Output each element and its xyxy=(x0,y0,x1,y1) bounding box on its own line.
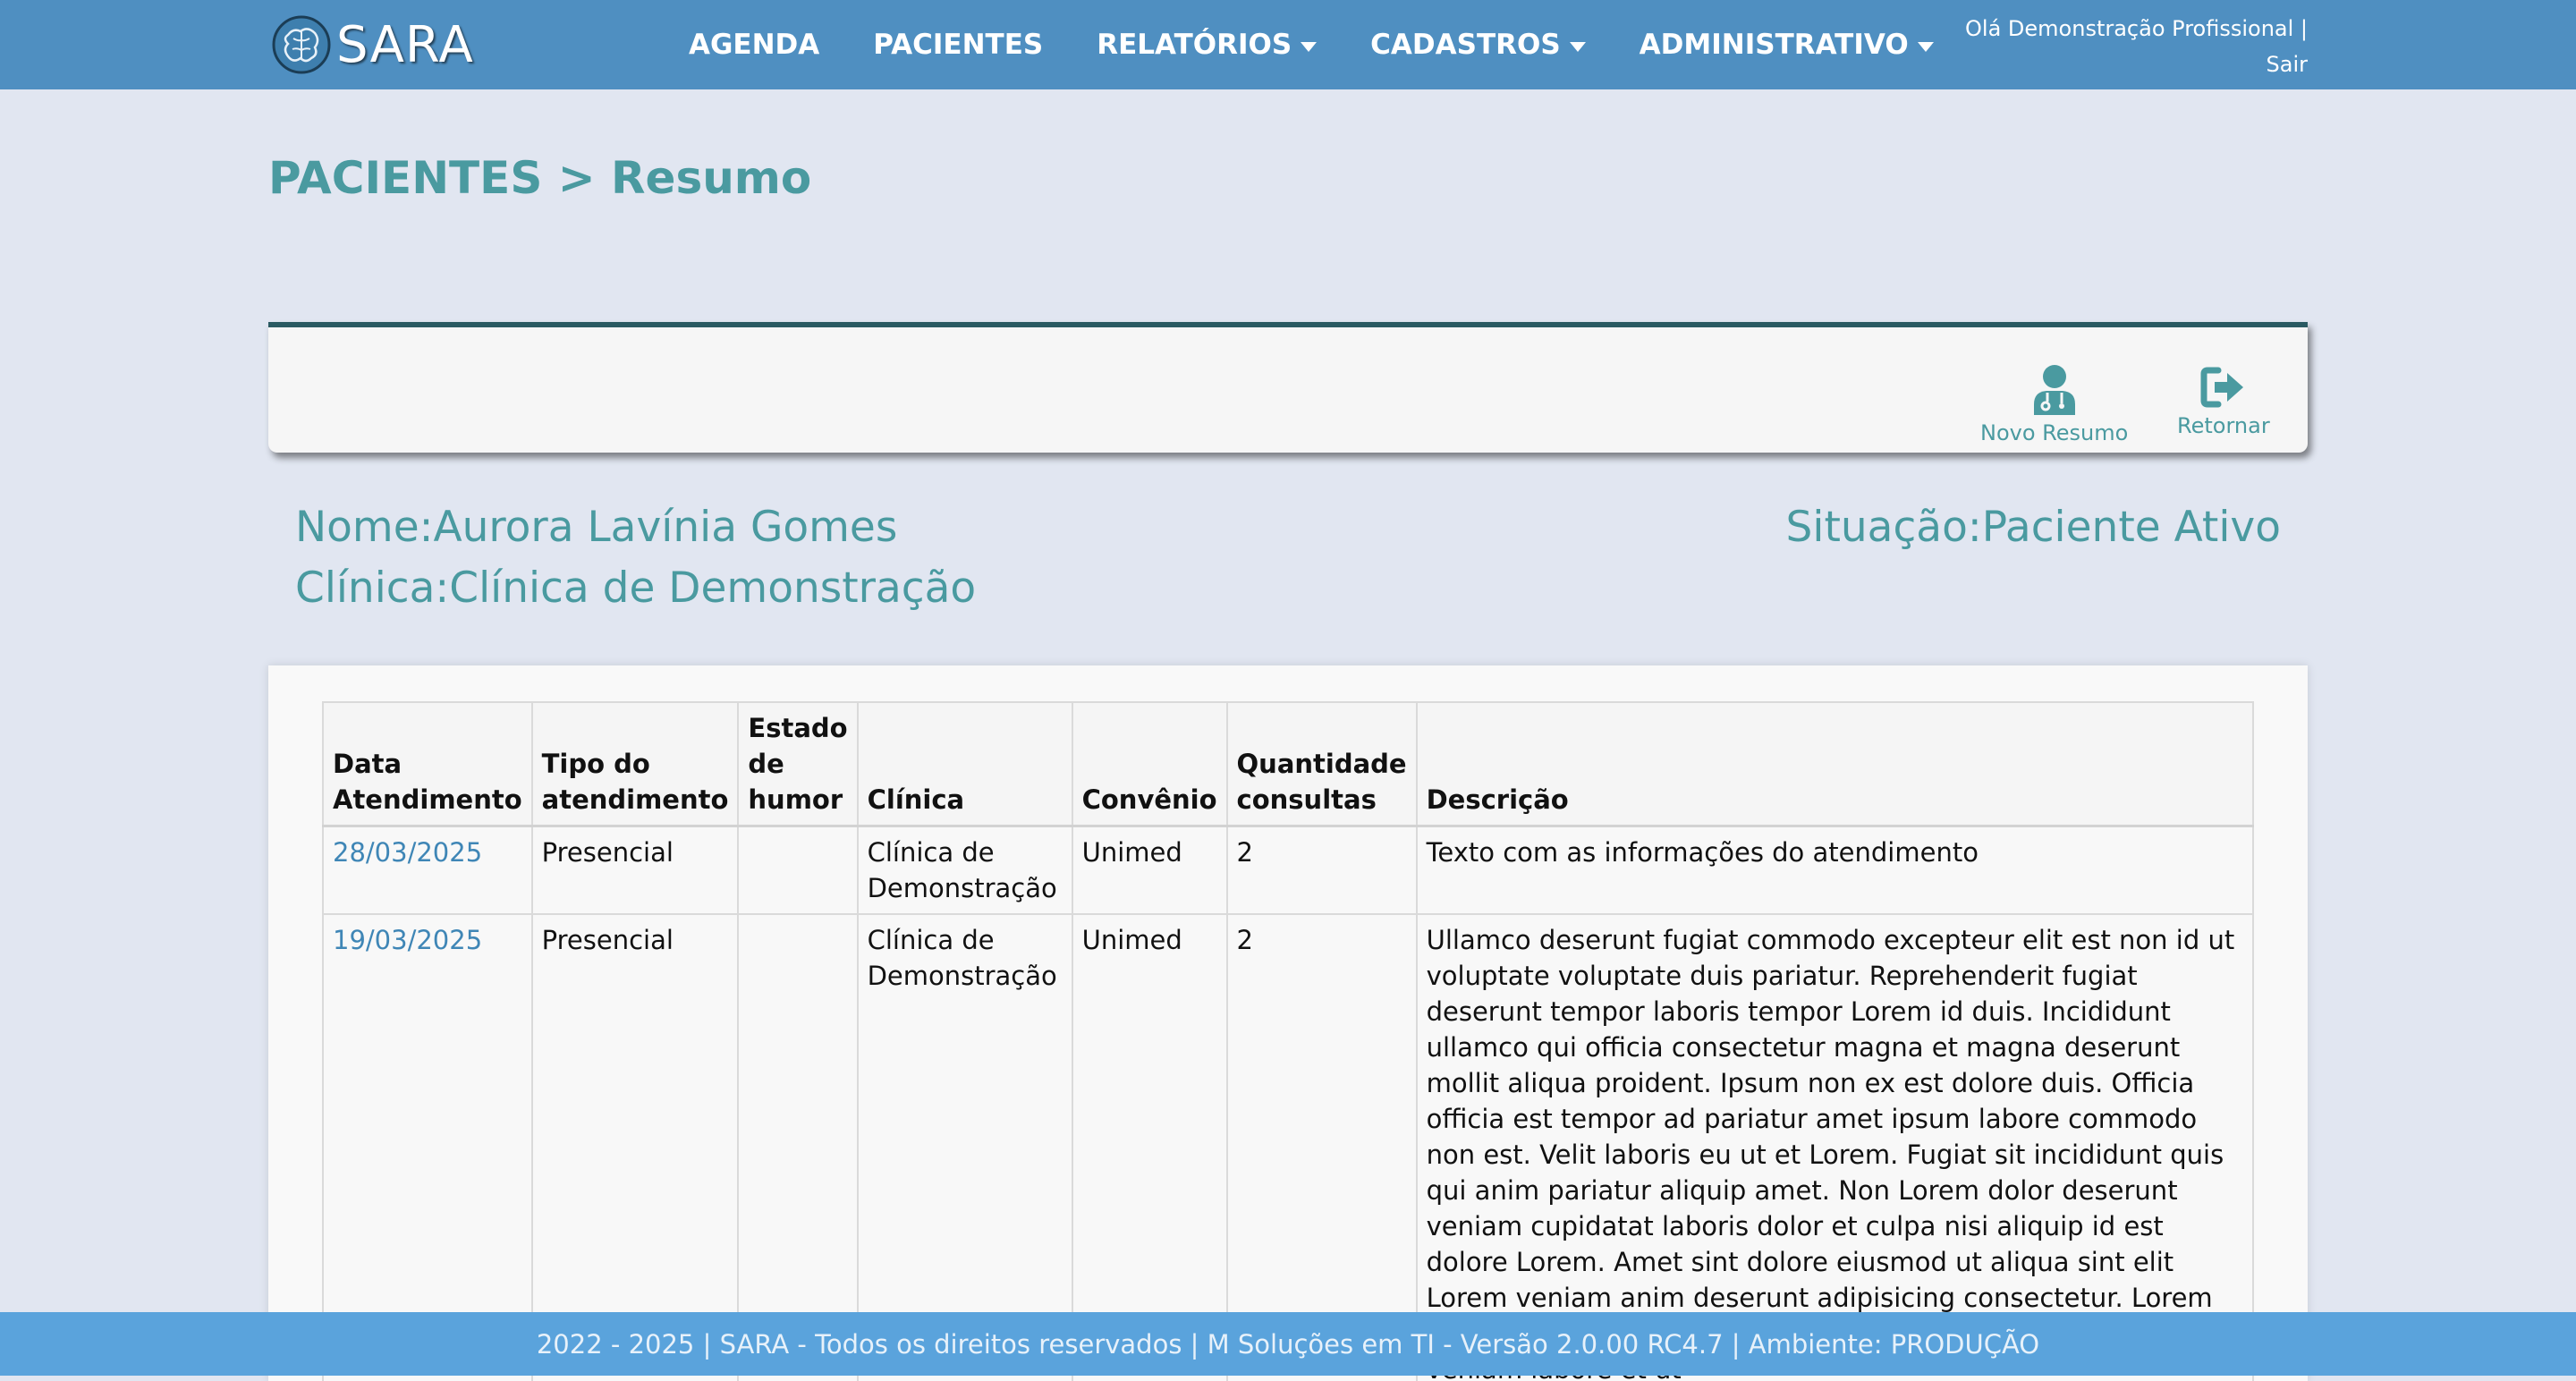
summary-panel: Data Atendimento Tipo do atendimento Est… xyxy=(268,665,2308,1381)
footer: 2022 - 2025 | SARA - Todos os direitos r… xyxy=(0,1312,2576,1376)
patient-clinic: Clínica:Clínica de Demonstração xyxy=(295,563,977,613)
cell-tipo: Presencial xyxy=(530,825,740,915)
nav-item-label: AGENDA xyxy=(689,29,820,61)
main-menu: AGENDA PACIENTES RELATÓRIOS CADASTROS AD… xyxy=(689,0,1987,89)
header-data-atendimento[interactable]: Data Atendimento xyxy=(322,701,533,827)
header-estado-humor[interactable]: Estado de humor xyxy=(737,701,859,827)
cell-descricao: Texto com as informações do atendimento xyxy=(1415,825,2255,915)
nav-item-label: PACIENTES xyxy=(873,29,1044,61)
caret-down-icon xyxy=(1301,41,1318,52)
cell-humor xyxy=(737,913,859,1381)
patient-name: Nome:Aurora Lavínia Gomes xyxy=(295,503,898,552)
brand-name: SARA xyxy=(336,15,474,74)
nav-item-relatorios[interactable]: RELATÓRIOS xyxy=(1097,29,1318,61)
retornar-label: Retornar xyxy=(2177,413,2270,438)
caret-down-icon xyxy=(1917,41,1934,52)
brain-icon xyxy=(272,15,331,74)
cell-data: 28/03/2025 xyxy=(322,825,533,915)
nav-item-pacientes[interactable]: PACIENTES xyxy=(873,29,1043,61)
nav-item-administrativo[interactable]: ADMINISTRATIVO xyxy=(1640,29,1934,61)
logout-link[interactable]: Sair xyxy=(2267,52,2308,77)
header-quantidade-consultas[interactable]: Quantidade consultas xyxy=(1225,701,1418,827)
nav-item-agenda[interactable]: AGENDA xyxy=(689,29,819,61)
cell-tipo: Presencial xyxy=(530,913,740,1381)
cell-convenio: Unimed xyxy=(1071,825,1228,915)
navbar: SARA AGENDA PACIENTES RELATÓRIOS CADASTR… xyxy=(0,0,2576,89)
nav-item-cadastros[interactable]: CADASTROS xyxy=(1370,29,1586,61)
cell-quantidade: 2 xyxy=(1225,913,1418,1381)
nav-item-label: CADASTROS xyxy=(1370,29,1561,61)
cell-data: 19/03/2025 xyxy=(322,913,533,1381)
user-area: Olá Demonstração Profissional | Sair xyxy=(1965,11,2308,82)
retornar-button[interactable]: Retornar xyxy=(2177,367,2270,438)
cell-quantidade: 2 xyxy=(1225,825,1418,915)
table-header-row: Data Atendimento Tipo do atendimento Est… xyxy=(322,701,2255,827)
cell-humor xyxy=(737,825,859,915)
user-greeting: Olá Demonstração Profissional | xyxy=(1965,16,2308,41)
caret-down-icon xyxy=(1569,41,1586,52)
header-descricao[interactable]: Descrição xyxy=(1415,701,2255,827)
table-row: 28/03/2025 Presencial Clínica de Demonst… xyxy=(322,825,2255,915)
patient-status: Situação:Paciente Ativo xyxy=(1785,503,2281,552)
summary-table: Data Atendimento Tipo do atendimento Est… xyxy=(322,701,2255,1381)
novo-resumo-label: Novo Resumo xyxy=(1980,420,2129,445)
logo[interactable]: SARA xyxy=(270,13,474,77)
sign-out-icon xyxy=(2200,367,2243,408)
footer-text: 2022 - 2025 | SARA - Todos os direitos r… xyxy=(536,1328,2040,1360)
action-toolbar: Novo Resumo Retornar xyxy=(268,322,2308,453)
doctor-icon xyxy=(2033,365,2075,415)
header-convenio[interactable]: Convênio xyxy=(1071,701,1228,827)
nav-item-label: RELATÓRIOS xyxy=(1097,29,1292,61)
table-row: 19/03/2025 Presencial Clínica de Demonst… xyxy=(322,913,2255,1381)
cell-clinica: Clínica de Demonstração xyxy=(856,913,1073,1381)
cell-descricao: Ullamco deserunt fugiat commodo excepteu… xyxy=(1415,913,2255,1381)
cell-clinica: Clínica de Demonstração xyxy=(856,825,1073,915)
page-title: PACIENTES > Resumo xyxy=(268,152,812,204)
novo-resumo-button[interactable]: Novo Resumo xyxy=(1980,363,2128,445)
nav-item-label: ADMINISTRATIVO xyxy=(1639,29,1909,61)
date-link[interactable]: 19/03/2025 xyxy=(333,925,482,955)
cell-convenio: Unimed xyxy=(1071,913,1228,1381)
date-link[interactable]: 28/03/2025 xyxy=(333,837,482,868)
header-clinica[interactable]: Clínica xyxy=(856,701,1073,827)
header-tipo-atendimento[interactable]: Tipo do atendimento xyxy=(530,701,740,827)
